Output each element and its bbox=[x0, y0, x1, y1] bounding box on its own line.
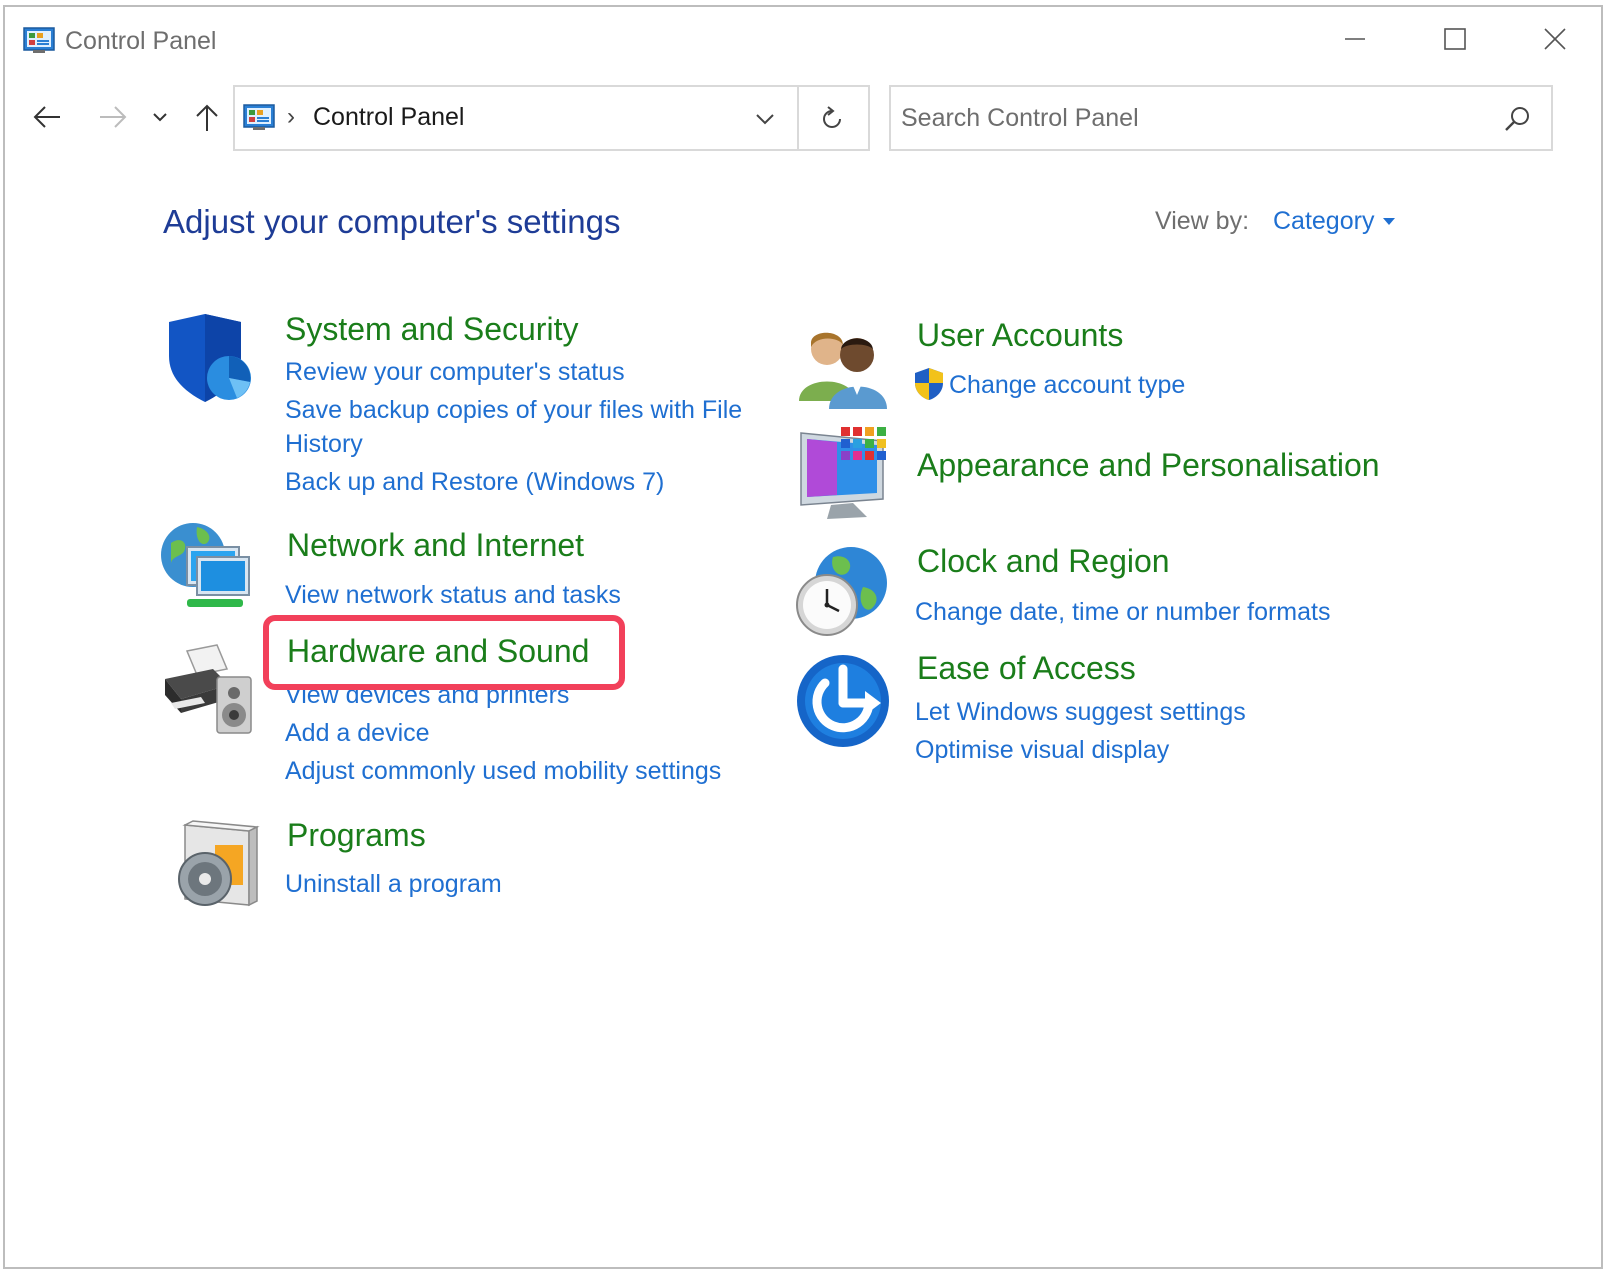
refresh-icon bbox=[823, 106, 841, 128]
shield-icon[interactable] bbox=[157, 312, 253, 408]
category-network-internet[interactable]: Network and Internet bbox=[287, 527, 584, 564]
arrow-up-icon bbox=[196, 104, 218, 131]
arrow-right-icon bbox=[100, 106, 127, 128]
link-windows-suggest-settings[interactable]: Let Windows suggest settings bbox=[915, 695, 1246, 729]
category-clock-region[interactable]: Clock and Region bbox=[917, 543, 1170, 580]
page-title: Adjust your computer's settings bbox=[163, 203, 621, 240]
maximize-button[interactable] bbox=[1425, 15, 1485, 63]
link-file-history[interactable]: Save backup copies of your files with Fi… bbox=[285, 393, 742, 427]
forward-button[interactable] bbox=[93, 97, 133, 137]
back-button[interactable] bbox=[27, 97, 67, 137]
link-optimise-visual-display[interactable]: Optimise visual display bbox=[915, 733, 1169, 767]
address-bar[interactable]: › Control Panel bbox=[233, 85, 870, 151]
control-panel-window: Control Panel › Control Panel Search Con… bbox=[3, 5, 1603, 1269]
refresh-button[interactable] bbox=[810, 99, 854, 139]
category-appearance-personalisation[interactable]: Appearance and Personalisation bbox=[917, 447, 1380, 484]
link-mobility-settings[interactable]: Adjust commonly used mobility settings bbox=[285, 754, 721, 788]
link-uninstall-program[interactable]: Uninstall a program bbox=[285, 867, 502, 901]
programs-disc-icon[interactable] bbox=[165, 817, 261, 913]
minimize-icon bbox=[1345, 38, 1365, 40]
link-backup-restore[interactable]: Back up and Restore (Windows 7) bbox=[285, 465, 664, 499]
category-ease-of-access[interactable]: Ease of Access bbox=[917, 650, 1136, 687]
category-user-accounts[interactable]: User Accounts bbox=[917, 317, 1123, 354]
recent-locations-button[interactable] bbox=[145, 97, 175, 137]
minimize-button[interactable] bbox=[1325, 15, 1385, 63]
arrow-left-icon bbox=[33, 106, 60, 128]
close-icon bbox=[1544, 28, 1566, 50]
link-add-device[interactable]: Add a device bbox=[285, 716, 430, 750]
close-button[interactable] bbox=[1525, 15, 1585, 63]
users-icon[interactable] bbox=[795, 317, 891, 413]
control-panel-icon bbox=[243, 104, 275, 130]
link-date-time-formats[interactable]: Change date, time or number formats bbox=[915, 595, 1330, 629]
link-review-computer-status[interactable]: Review your computer's status bbox=[285, 355, 625, 389]
chevron-down-icon bbox=[756, 114, 774, 125]
highlight-annotation bbox=[263, 615, 625, 690]
category-programs[interactable]: Programs bbox=[287, 817, 426, 854]
link-file-history-cont[interactable]: History bbox=[285, 427, 363, 461]
category-system-security[interactable]: System and Security bbox=[285, 311, 578, 348]
chevron-down-icon bbox=[153, 113, 167, 122]
ease-of-access-icon[interactable] bbox=[795, 653, 891, 749]
monitor-palette-icon[interactable] bbox=[797, 425, 893, 521]
breadcrumb-separator[interactable]: › bbox=[287, 103, 295, 131]
view-by-label: View by: bbox=[1155, 207, 1250, 235]
address-history-dropdown[interactable] bbox=[745, 101, 785, 137]
clock-globe-icon[interactable] bbox=[793, 543, 889, 639]
search-icon[interactable] bbox=[1499, 101, 1535, 137]
address-divider bbox=[797, 87, 799, 149]
link-change-account-type[interactable]: Change account type bbox=[949, 368, 1185, 402]
breadcrumb-control-panel[interactable]: Control Panel bbox=[313, 103, 464, 132]
uac-shield-icon bbox=[915, 368, 943, 400]
maximize-icon bbox=[1444, 28, 1466, 50]
printer-speaker-icon[interactable] bbox=[157, 641, 253, 737]
network-globe-icon[interactable] bbox=[157, 519, 253, 615]
view-by-dropdown[interactable]: Category bbox=[1273, 207, 1374, 236]
search-input[interactable] bbox=[901, 99, 1481, 137]
caret-down-icon[interactable] bbox=[1383, 218, 1395, 225]
search-box[interactable] bbox=[889, 85, 1553, 151]
control-panel-icon bbox=[23, 27, 55, 53]
title-bar: Control Panel bbox=[5, 7, 1601, 69]
window-title: Control Panel bbox=[65, 27, 217, 55]
link-network-status[interactable]: View network status and tasks bbox=[285, 578, 621, 612]
up-button[interactable] bbox=[187, 97, 227, 137]
